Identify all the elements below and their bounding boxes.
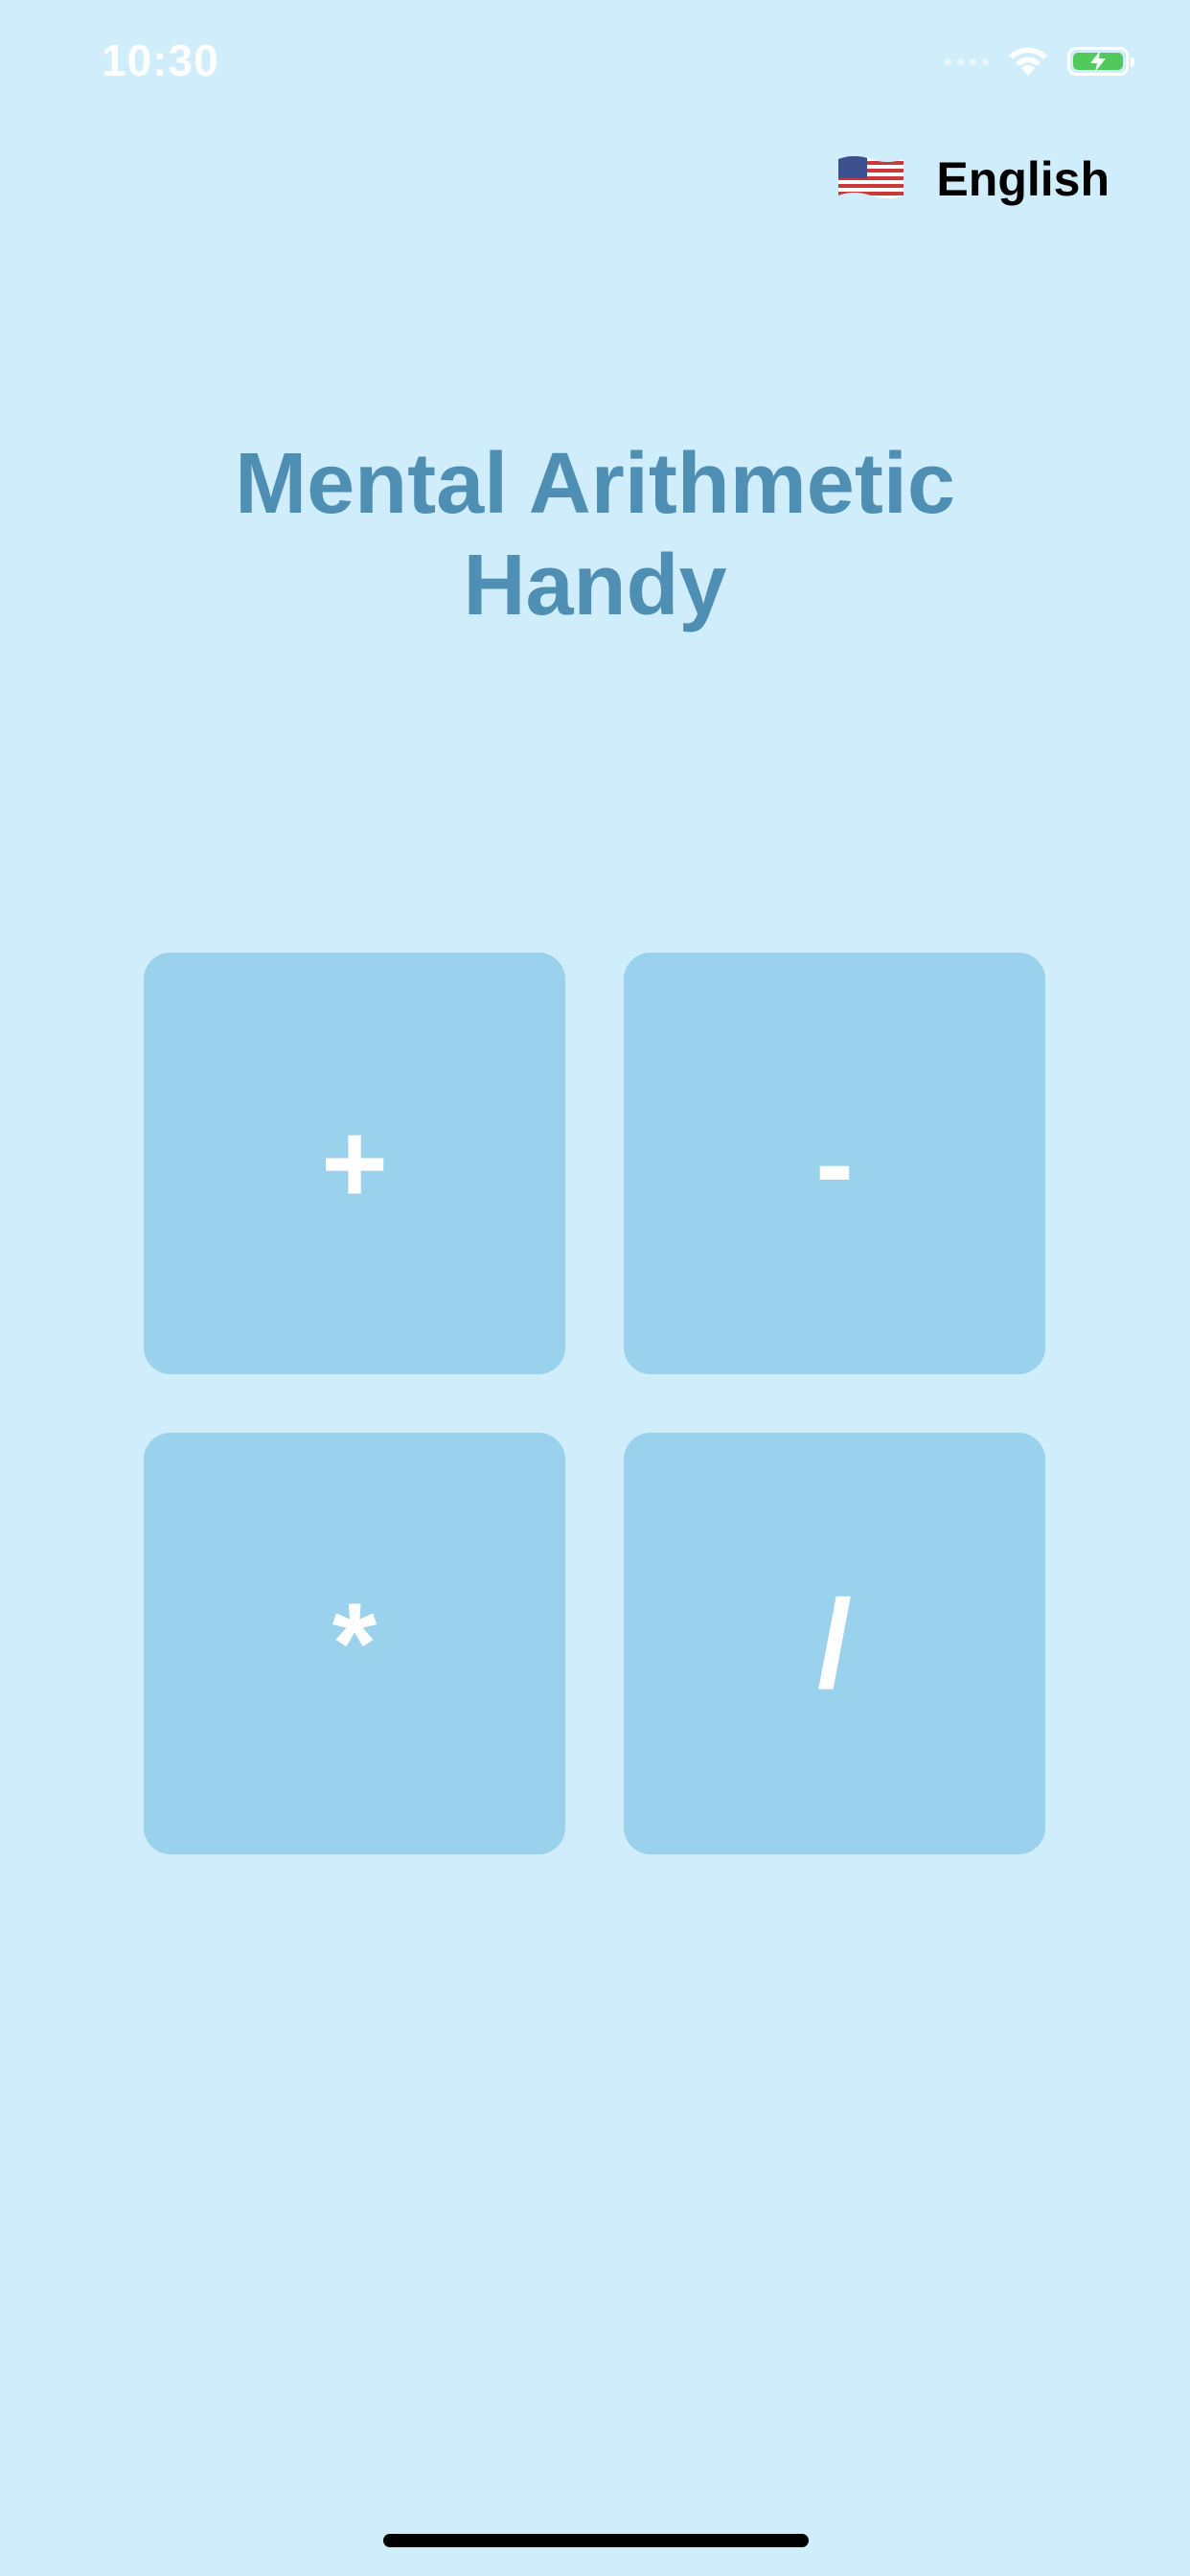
- battery-charging-icon: [1067, 47, 1134, 76]
- us-flag-icon: [838, 153, 904, 206]
- subtraction-button[interactable]: -: [624, 953, 1045, 1374]
- title-line-2: Handy: [463, 538, 727, 633]
- cellular-signal-icon: [945, 58, 989, 65]
- app-screen: 10:30 English Mental Arithmetic Handy + …: [0, 0, 1190, 2576]
- status-bar-icons: [945, 42, 1134, 80]
- app-title: Mental Arithmetic Handy: [0, 433, 1190, 636]
- language-selector[interactable]: English: [838, 146, 1110, 213]
- language-label: English: [936, 152, 1110, 206]
- status-time: 10:30: [102, 35, 219, 85]
- division-button[interactable]: /: [624, 1433, 1045, 1854]
- addition-button[interactable]: +: [144, 953, 565, 1374]
- title-line-1: Mental Arithmetic: [235, 436, 955, 532]
- multiplication-button[interactable]: *: [144, 1433, 565, 1854]
- home-indicator[interactable]: [383, 2534, 809, 2547]
- wifi-icon: [1006, 43, 1050, 80]
